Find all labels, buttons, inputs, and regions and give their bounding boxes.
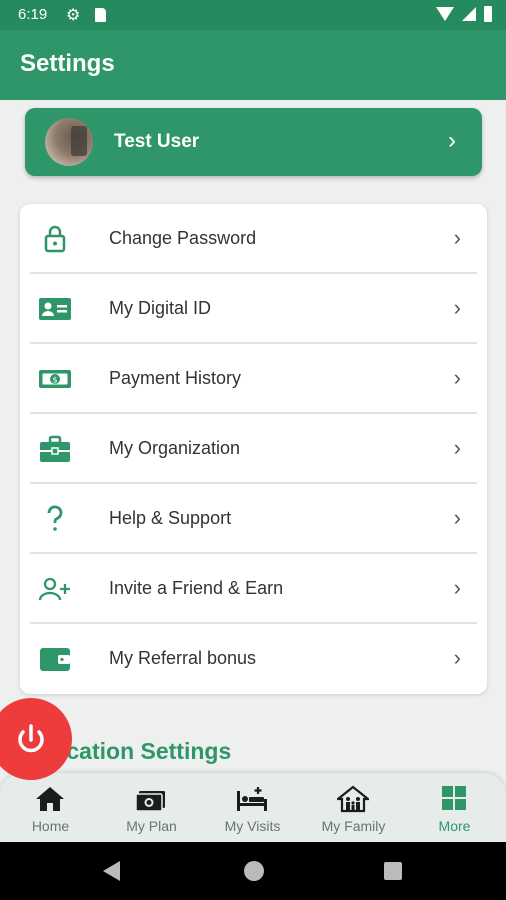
bottom-navigation: Home My Plan My Visits My Family More bbox=[0, 773, 506, 842]
menu-item-label: Change Password bbox=[109, 228, 257, 248]
nav-label: More bbox=[438, 818, 471, 834]
chevron-right-icon: › bbox=[453, 435, 461, 460]
menu-item-referral-bonus[interactable]: My Referral bonus › bbox=[20, 624, 487, 694]
bed-icon bbox=[237, 787, 267, 811]
chevron-right-icon: › bbox=[448, 127, 456, 154]
power-icon bbox=[18, 724, 44, 753]
recents-icon[interactable] bbox=[384, 862, 402, 880]
id-card-icon bbox=[39, 298, 71, 320]
chevron-right-icon: › bbox=[453, 365, 461, 390]
nav-my-visits[interactable]: My Visits bbox=[202, 773, 303, 842]
nav-label: Home bbox=[31, 818, 70, 834]
signal-icon bbox=[462, 7, 476, 21]
svg-text:$: $ bbox=[52, 376, 57, 385]
menu-item-my-organization[interactable]: My Organization › bbox=[20, 414, 487, 484]
settings-menu: Change Password › My Digital ID › $ Paym… bbox=[20, 204, 487, 694]
chevron-right-icon: › bbox=[453, 295, 461, 320]
page-title: Settings bbox=[20, 50, 115, 77]
home-icon bbox=[36, 787, 64, 811]
money-icon: $ bbox=[39, 370, 71, 388]
menu-item-label: My Digital ID bbox=[109, 298, 212, 318]
nav-label: My Family bbox=[321, 818, 386, 834]
profile-card[interactable]: Test User › bbox=[25, 108, 482, 176]
nav-my-family[interactable]: My Family bbox=[303, 773, 404, 842]
back-icon[interactable] bbox=[103, 861, 120, 881]
home-circle-icon[interactable] bbox=[244, 861, 264, 881]
menu-item-help-support[interactable]: Help & Support › bbox=[20, 484, 487, 554]
menu-item-label: Help & Support bbox=[109, 508, 232, 528]
sd-card-icon bbox=[95, 8, 106, 22]
briefcase-icon bbox=[40, 435, 70, 462]
nav-label: My Plan bbox=[126, 818, 177, 834]
app-bar: Settings bbox=[0, 30, 506, 100]
chevron-right-icon: › bbox=[453, 225, 461, 250]
status-bar: 6:19 ⚙ bbox=[0, 0, 506, 30]
lock-icon bbox=[44, 225, 66, 253]
menu-item-payment-history[interactable]: $ Payment History › bbox=[20, 344, 487, 414]
nav-home[interactable]: Home bbox=[0, 773, 101, 842]
add-person-icon bbox=[38, 577, 70, 601]
settings-icon: ⚙ bbox=[66, 7, 81, 24]
nav-label: My Visits bbox=[224, 818, 281, 834]
profile-name: Test User bbox=[114, 131, 200, 152]
menu-item-label: My Organization bbox=[109, 438, 241, 458]
avatar bbox=[45, 118, 93, 166]
wifi-icon bbox=[436, 7, 454, 21]
nav-my-plan[interactable]: My Plan bbox=[101, 773, 202, 842]
menu-item-change-password[interactable]: Change Password › bbox=[20, 204, 487, 274]
menu-item-label: Payment History bbox=[109, 368, 242, 388]
battery-icon bbox=[484, 6, 492, 22]
menu-item-digital-id[interactable]: My Digital ID › bbox=[20, 274, 487, 344]
plan-icon bbox=[135, 791, 165, 812]
family-house-icon bbox=[337, 785, 369, 813]
chevron-right-icon: › bbox=[453, 505, 461, 530]
menu-item-label: My Referral bonus bbox=[109, 648, 257, 668]
grid-icon bbox=[442, 786, 466, 810]
logout-button[interactable] bbox=[0, 698, 72, 780]
menu-item-label: Invite a Friend & Earn bbox=[109, 578, 284, 598]
question-icon bbox=[47, 505, 63, 531]
menu-item-invite-friend[interactable]: Invite a Friend & Earn › bbox=[20, 554, 487, 624]
wallet-icon bbox=[40, 648, 70, 671]
system-navigation-bar bbox=[0, 842, 506, 900]
section-title: ication Settings bbox=[60, 738, 232, 764]
status-time: 6:19 bbox=[18, 6, 48, 23]
chevron-right-icon: › bbox=[453, 645, 461, 670]
chevron-right-icon: › bbox=[453, 575, 461, 600]
nav-more[interactable]: More bbox=[404, 773, 505, 842]
